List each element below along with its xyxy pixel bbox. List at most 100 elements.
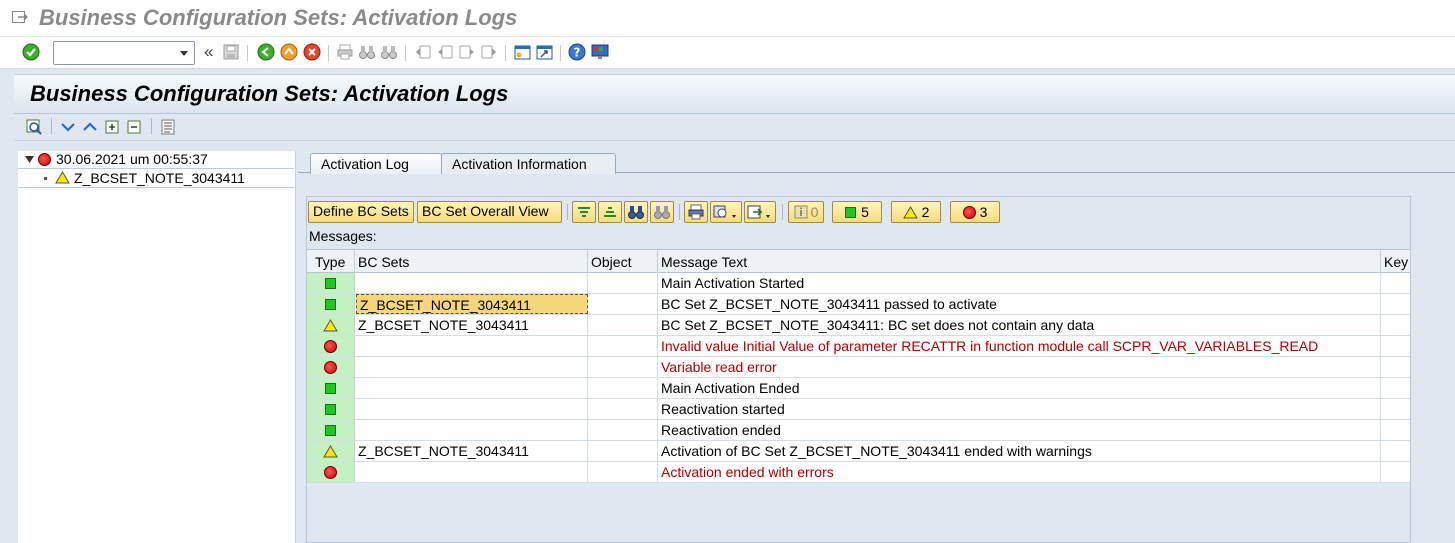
bc-set-cell[interactable]: [355, 399, 588, 419]
table-row[interactable]: Z_BCSET_NOTE_3043411 BC Set Z_BCSET_NOTE…: [307, 294, 1410, 315]
message-text-cell[interactable]: Main Activation Started: [658, 273, 1381, 293]
find-next-button[interactable]: [380, 43, 398, 61]
object-cell[interactable]: [588, 378, 658, 398]
next-page-button[interactable]: [458, 43, 476, 61]
print-button[interactable]: [336, 43, 354, 61]
key-cell[interactable]: [1381, 273, 1410, 293]
object-cell[interactable]: [588, 441, 658, 461]
key-cell[interactable]: [1381, 378, 1410, 398]
object-cell[interactable]: [588, 273, 658, 293]
previous-page-button[interactable]: [436, 43, 454, 61]
table-row[interactable]: Invalid value Initial Value of parameter…: [307, 336, 1410, 357]
object-cell[interactable]: [588, 420, 658, 440]
export-dropdown-button[interactable]: [744, 201, 776, 223]
sort-ascending-button[interactable]: [572, 201, 596, 223]
customize-layout-button[interactable]: [591, 43, 609, 61]
column-header-bc-sets[interactable]: BC Sets: [355, 250, 588, 273]
bc-set-overall-view-button[interactable]: BC Set Overall View: [417, 201, 562, 223]
bc-set-cell[interactable]: [355, 420, 588, 440]
message-text-cell[interactable]: BC Set Z_BCSET_NOTE_3043411: BC set does…: [658, 315, 1381, 335]
key-cell[interactable]: [1381, 399, 1410, 419]
column-header-type[interactable]: Type: [307, 250, 355, 273]
new-session-button[interactable]: [513, 43, 531, 61]
key-cell[interactable]: [1381, 294, 1410, 314]
bc-set-cell[interactable]: [355, 273, 588, 293]
exit-button[interactable]: [280, 43, 298, 61]
key-cell[interactable]: [1381, 357, 1410, 377]
message-text-cell[interactable]: Invalid value Initial Value of parameter…: [658, 336, 1381, 356]
bc-set-cell[interactable]: Z_BCSET_NOTE_3043411: [355, 315, 588, 335]
tree-item-log[interactable]: 30.06.2021 um 00:55:37: [18, 151, 294, 169]
table-row[interactable]: Variable read error: [307, 357, 1410, 378]
command-field[interactable]: [53, 41, 195, 65]
find-button[interactable]: [358, 43, 376, 61]
message-text-cell[interactable]: Activation of BC Set Z_BCSET_NOTE_304341…: [658, 441, 1381, 461]
filter-warning-button[interactable]: 2: [891, 201, 941, 223]
views-dropdown-button[interactable]: [710, 201, 742, 223]
table-row[interactable]: Main Activation Started: [307, 273, 1410, 294]
bc-set-cell[interactable]: [355, 378, 588, 398]
key-cell[interactable]: [1381, 315, 1410, 335]
find-grid-button[interactable]: [624, 201, 648, 223]
expand-subtree-button[interactable]: [103, 118, 121, 136]
bc-set-cell[interactable]: [355, 462, 588, 482]
bc-set-cell[interactable]: Z_BCSET_NOTE_3043411: [355, 441, 588, 461]
key-cell[interactable]: [1381, 462, 1410, 482]
object-cell[interactable]: [588, 315, 658, 335]
table-row[interactable]: Z_BCSET_NOTE_3043411 BC Set Z_BCSET_NOTE…: [307, 315, 1410, 336]
back-button[interactable]: [257, 43, 275, 61]
find-next-grid-button[interactable]: [650, 201, 674, 223]
enter-button[interactable]: [22, 43, 40, 61]
column-header-key[interactable]: Key: [1381, 250, 1410, 273]
tree-item-bcset[interactable]: Z_BCSET_NOTE_3043411: [18, 170, 294, 188]
window-menu-icon[interactable]: [12, 11, 28, 24]
table-row[interactable]: Reactivation ended: [307, 420, 1410, 441]
bc-set-cell[interactable]: [355, 336, 588, 356]
help-button[interactable]: ?: [568, 43, 586, 61]
key-cell[interactable]: [1381, 420, 1410, 440]
message-text-cell[interactable]: Reactivation ended: [658, 420, 1381, 440]
binoculars-icon: [359, 46, 375, 59]
define-bc-sets-button[interactable]: Define BC Sets: [308, 201, 414, 223]
key-cell[interactable]: [1381, 441, 1410, 461]
print-grid-button[interactable]: [684, 201, 708, 223]
message-text-cell[interactable]: Variable read error: [658, 357, 1381, 377]
table-row[interactable]: Main Activation Ended: [307, 378, 1410, 399]
filter-error-button[interactable]: 3: [950, 201, 1000, 223]
caret-down-icon[interactable]: [25, 156, 34, 163]
collapse-command-icon[interactable]: «: [204, 42, 213, 62]
filter-success-button[interactable]: 5: [832, 201, 882, 223]
table-row[interactable]: Z_BCSET_NOTE_3043411 Activation of BC Se…: [307, 441, 1410, 462]
cancel-button[interactable]: [303, 43, 321, 61]
message-text-cell[interactable]: Main Activation Ended: [658, 378, 1381, 398]
tab-activation-log[interactable]: Activation Log: [310, 153, 442, 174]
last-page-button[interactable]: [480, 43, 498, 61]
message-text-cell[interactable]: BC Set Z_BCSET_NOTE_3043411 passed to ac…: [658, 294, 1381, 314]
save-button[interactable]: [222, 43, 240, 61]
object-cell[interactable]: [588, 399, 658, 419]
first-page-button[interactable]: [414, 43, 432, 61]
object-cell[interactable]: [588, 336, 658, 356]
bc-set-cell-selected[interactable]: Z_BCSET_NOTE_3043411: [356, 294, 588, 314]
shortcut-button[interactable]: [535, 43, 553, 61]
collapse-subtree-button[interactable]: [125, 118, 143, 136]
legend-button[interactable]: [159, 118, 177, 136]
object-cell[interactable]: [588, 462, 658, 482]
message-text-cell[interactable]: Activation ended with errors: [658, 462, 1381, 482]
key-cell[interactable]: [1381, 336, 1410, 356]
chevron-down-icon[interactable]: [180, 51, 188, 56]
table-row[interactable]: Activation ended with errors: [307, 462, 1410, 483]
detail-button[interactable]: [25, 118, 43, 136]
object-cell[interactable]: [588, 294, 658, 314]
bc-set-cell[interactable]: [355, 357, 588, 377]
message-text-cell[interactable]: Reactivation started: [658, 399, 1381, 419]
object-cell[interactable]: [588, 357, 658, 377]
column-header-message-text[interactable]: Message Text: [658, 250, 1381, 273]
filter-info-button[interactable]: 0: [788, 201, 824, 223]
expand-all-button[interactable]: [59, 118, 77, 136]
column-header-object[interactable]: Object: [588, 250, 658, 273]
table-row[interactable]: Reactivation started: [307, 399, 1410, 420]
tab-activation-information[interactable]: Activation Information: [441, 153, 616, 174]
sort-descending-button[interactable]: [598, 201, 622, 223]
collapse-all-button[interactable]: [81, 118, 99, 136]
